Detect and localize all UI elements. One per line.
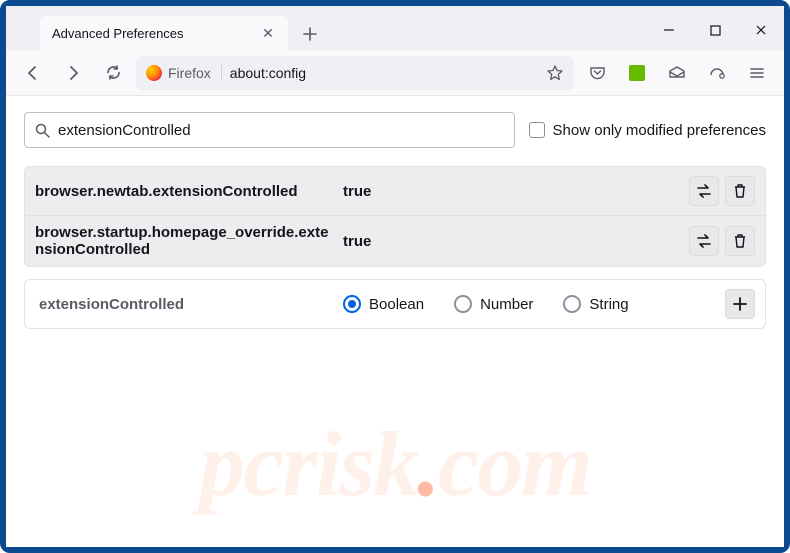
reload-button[interactable] — [96, 56, 130, 90]
bookmark-star-icon[interactable] — [546, 64, 564, 82]
url-prefix-label: Firefox — [168, 65, 211, 81]
pocket-button[interactable] — [580, 56, 614, 90]
tab-title: Advanced Preferences — [52, 26, 260, 41]
inbox-button[interactable] — [660, 56, 694, 90]
show-only-modified-toggle[interactable]: Show only modified preferences — [529, 122, 766, 139]
url-text[interactable]: about:config — [230, 65, 538, 81]
radio-icon — [563, 295, 581, 313]
type-string[interactable]: String — [563, 295, 628, 313]
toggle-button[interactable] — [689, 226, 719, 256]
pref-name: browser.newtab.extensionControlled — [35, 183, 343, 200]
nav-toolbar: Firefox about:config — [6, 50, 784, 96]
url-identity: Firefox — [146, 65, 222, 81]
back-button[interactable] — [16, 56, 50, 90]
radio-selected-icon — [343, 295, 361, 313]
minimize-button[interactable] — [646, 10, 692, 50]
url-bar[interactable]: Firefox about:config — [136, 56, 574, 90]
pref-row[interactable]: browser.newtab.extensionControlled true — [25, 167, 765, 215]
forward-button[interactable] — [56, 56, 90, 90]
pref-name: browser.startup.homepage_override.extens… — [35, 224, 343, 258]
browser-tab[interactable]: Advanced Preferences ✕ — [40, 16, 288, 50]
radio-icon — [454, 295, 472, 313]
pref-row[interactable]: browser.startup.homepage_override.extens… — [25, 215, 765, 266]
search-value: extensionControlled — [58, 122, 191, 139]
show-only-label: Show only modified preferences — [553, 122, 766, 139]
search-icon — [35, 123, 50, 138]
extension-button[interactable] — [620, 56, 654, 90]
firefox-logo-icon — [146, 65, 162, 81]
pref-row: extensionControlled Boolean Number Strin… — [25, 280, 765, 328]
titlebar: Advanced Preferences ✕ — [6, 6, 784, 50]
new-tab-button[interactable] — [294, 18, 326, 50]
type-boolean[interactable]: Boolean — [343, 295, 424, 313]
new-pref-name: extensionControlled — [35, 296, 343, 313]
maximize-button[interactable] — [692, 10, 738, 50]
pref-value: true — [343, 233, 689, 250]
menu-button[interactable] — [740, 56, 774, 90]
search-input[interactable]: extensionControlled — [24, 112, 515, 148]
content-area: pcrisk.com extensionControlled Show only… — [6, 96, 784, 547]
toggle-button[interactable] — [689, 176, 719, 206]
account-button[interactable] — [700, 56, 734, 90]
watermark: pcrisk.com — [6, 411, 784, 517]
close-window-button[interactable] — [738, 10, 784, 50]
type-radio-group: Boolean Number String — [343, 295, 725, 313]
type-number[interactable]: Number — [454, 295, 533, 313]
checkbox-icon — [529, 122, 545, 138]
delete-button[interactable] — [725, 226, 755, 256]
window-controls — [646, 10, 784, 50]
close-tab-icon[interactable]: ✕ — [260, 25, 276, 41]
delete-button[interactable] — [725, 176, 755, 206]
pref-value: true — [343, 183, 689, 200]
new-pref-row: extensionControlled Boolean Number Strin… — [24, 279, 766, 329]
add-button[interactable] — [725, 289, 755, 319]
preferences-list: browser.newtab.extensionControlled true … — [24, 166, 766, 267]
